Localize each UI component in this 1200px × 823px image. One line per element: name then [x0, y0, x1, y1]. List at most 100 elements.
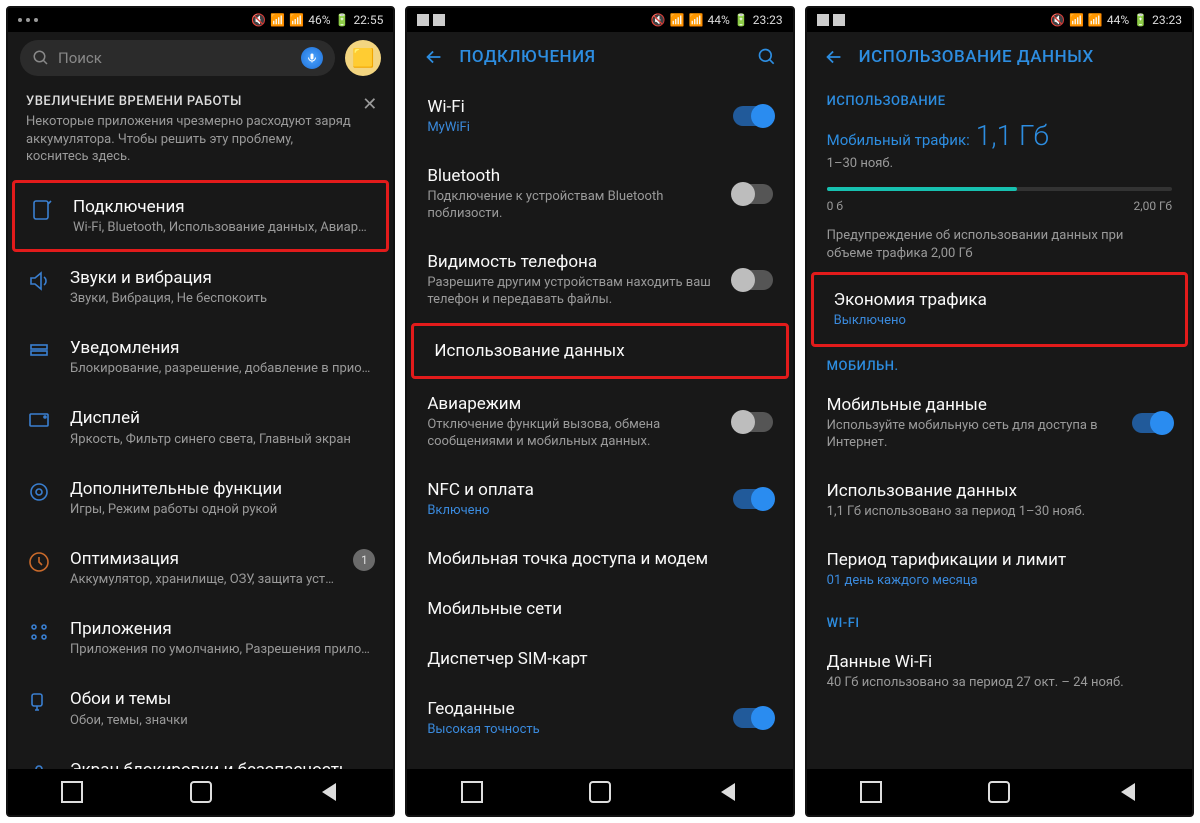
- status-icon: [817, 14, 829, 26]
- row-title: Геоданные: [427, 698, 718, 720]
- highlight-connections: Подключения Wi-Fi, Bluetooth, Использова…: [12, 180, 389, 252]
- nav-recent-button[interactable]: [853, 774, 889, 810]
- settings-row-wallpapers[interactable]: Обои и темы Обои, темы, значки: [8, 673, 393, 743]
- row-sub: MyWiFi: [427, 120, 718, 137]
- battery-icon: 🔋: [1133, 13, 1148, 27]
- row-location[interactable]: Геоданные Высокая точность: [407, 684, 792, 753]
- settings-row-lockscreen[interactable]: Экран блокировки и безопасность Always O…: [8, 744, 393, 769]
- row-title: Мобильная точка доступа и модем: [427, 548, 772, 570]
- settings-row-connections[interactable]: Подключения Wi-Fi, Bluetooth, Использова…: [15, 183, 386, 249]
- banner-close-button[interactable]: ✕: [362, 94, 377, 115]
- nav-recent-button[interactable]: [54, 774, 90, 810]
- back-arrow-icon[interactable]: [823, 46, 845, 68]
- search-input[interactable]: Поиск: [20, 40, 335, 76]
- row-title: Период тарификации и лимит: [827, 549, 1172, 571]
- row-data-usage[interactable]: Использование данных: [414, 326, 785, 376]
- row-mobile-networks[interactable]: Мобильные сети: [407, 584, 792, 634]
- settings-row-notifications[interactable]: Уведомления Блокирование, разрешение, до…: [8, 322, 393, 392]
- nav-back-button[interactable]: [1110, 774, 1146, 810]
- usage-max: 2,00 Гб: [1133, 199, 1172, 213]
- bluetooth-toggle[interactable]: [733, 184, 773, 204]
- lock-icon: [26, 760, 52, 769]
- settings-row-sounds[interactable]: Звуки и вибрация Звуки, Вибрация, Не бес…: [8, 252, 393, 322]
- battery-text: 44%: [1107, 13, 1129, 27]
- row-phone-visibility[interactable]: Видимость телефона Разрешите другим устр…: [407, 237, 792, 323]
- location-toggle[interactable]: [733, 708, 773, 728]
- nav-back-button[interactable]: [311, 774, 347, 810]
- screen-data-usage: 🔇 📶 📶 44% 🔋 23:23 ИСПОЛЬЗОВАНИЕ ДАННЫХ И…: [805, 6, 1194, 817]
- mute-icon: 🔇: [1050, 13, 1065, 27]
- status-notification-dot: [18, 18, 22, 22]
- usage-bar: [827, 187, 1172, 191]
- settings-row-advanced[interactable]: Дополнительные функции Игры, Режим работ…: [8, 463, 393, 533]
- row-hotspot[interactable]: Мобильная точка доступа и модем: [407, 534, 792, 584]
- nav-bar: [8, 769, 393, 815]
- nav-home-button[interactable]: [981, 774, 1017, 810]
- banner-text: Некоторые приложения чрезмерно расходуют…: [26, 113, 375, 166]
- status-notification-dot: [34, 18, 38, 22]
- status-bar: 🔇 📶 📶 44% 🔋 23:23: [807, 8, 1192, 32]
- display-icon: [26, 408, 52, 434]
- nav-bar: [407, 769, 792, 815]
- row-mobile-data[interactable]: Мобильные данные Используйте мобильную с…: [807, 380, 1192, 466]
- row-title: Дополнительные функции: [70, 479, 375, 500]
- row-title: Авиарежим: [427, 393, 718, 415]
- row-title: Оптимизация: [70, 549, 335, 570]
- status-bar: 🔇 📶 📶 46% 🔋 22:55: [8, 8, 393, 32]
- status-notification-dot: [26, 18, 30, 22]
- section-mobile: МОБИЛЬН.: [807, 347, 1192, 380]
- nav-home-button[interactable]: [582, 774, 618, 810]
- voice-search-button[interactable]: [301, 47, 323, 69]
- settings-row-apps[interactable]: Приложения Приложения по умолчанию, Разр…: [8, 603, 393, 673]
- profile-avatar[interactable]: 🟨: [345, 40, 381, 76]
- usage-summary[interactable]: Мобильный трафик: 1,1 Гб 1–30 нояб. 0 б …: [807, 115, 1192, 272]
- row-wifi[interactable]: Wi-Fi MyWiFi: [407, 82, 792, 151]
- battery-text: 46%: [308, 13, 330, 27]
- row-sim-manager[interactable]: Диспетчер SIM-карт: [407, 634, 792, 684]
- row-airplane[interactable]: Авиарежим Отключение функций вызова, обм…: [407, 379, 792, 465]
- row-title: Приложения: [70, 619, 375, 640]
- visibility-toggle[interactable]: [733, 270, 773, 290]
- nav-home-button[interactable]: [183, 774, 219, 810]
- nfc-toggle[interactable]: [733, 489, 773, 509]
- screen-settings-root: 🔇 📶 📶 46% 🔋 22:55 Поиск 🟨 УВЕЛИЧЕНИЕ ВРЕ…: [6, 6, 395, 817]
- wifi-toggle[interactable]: [733, 106, 773, 126]
- notifications-icon: [26, 338, 52, 364]
- mobile-data-toggle[interactable]: [1132, 413, 1172, 433]
- row-sub: Игры, Режим работы одной рукой: [70, 502, 375, 517]
- row-data-saver[interactable]: Экономия трафика Выключено: [814, 275, 1185, 344]
- row-sub: Wi-Fi, Bluetooth, Использование данных, …: [73, 220, 372, 235]
- nav-back-button[interactable]: [710, 774, 746, 810]
- row-mobile-usage[interactable]: Использование данных 1,1 Гб использовано…: [807, 466, 1192, 535]
- clock-text: 23:23: [753, 13, 783, 27]
- sounds-icon: [26, 268, 52, 294]
- row-title: Дисплей: [70, 408, 375, 429]
- row-title: Уведомления: [70, 338, 375, 359]
- battery-tip-banner[interactable]: УВЕЛИЧЕНИЕ ВРЕМЕНИ РАБОТЫ Некоторые прил…: [8, 84, 393, 180]
- row-wifi-usage[interactable]: Данные Wi-Fi 40 Гб использовано за перио…: [807, 637, 1192, 706]
- row-bluetooth[interactable]: Bluetooth Подключение к устройствам Blue…: [407, 151, 792, 237]
- row-sub: Подключение к устройствам Bluetooth побл…: [427, 189, 718, 223]
- row-billing-cycle[interactable]: Период тарификации и лимит 01 день каждо…: [807, 535, 1192, 604]
- clock-text: 22:55: [353, 13, 383, 27]
- search-icon[interactable]: [757, 47, 777, 67]
- advanced-icon: [26, 479, 52, 505]
- screen-connections: 🔇 📶 📶 44% 🔋 23:23 ПОДКЛЮЧЕНИЯ Wi-Fi MyWi…: [405, 6, 794, 817]
- connections-icon: [29, 197, 55, 223]
- highlight-data-saver: Экономия трафика Выключено: [811, 272, 1188, 347]
- row-title: Диспетчер SIM-карт: [427, 648, 772, 670]
- back-arrow-icon[interactable]: [423, 46, 445, 68]
- nav-recent-button[interactable]: [454, 774, 490, 810]
- settings-row-display[interactable]: Дисплей Яркость, Фильтр синего света, Гл…: [8, 392, 393, 462]
- status-bar: 🔇 📶 📶 44% 🔋 23:23: [407, 8, 792, 32]
- highlight-data-usage: Использование данных: [411, 323, 788, 379]
- row-nfc[interactable]: NFC и оплата Включено: [407, 465, 792, 534]
- row-title: Обои и темы: [70, 689, 375, 710]
- row-sub: Включено: [427, 503, 718, 520]
- row-title: Мобильные данные: [827, 394, 1118, 416]
- settings-row-optimization[interactable]: Оптимизация Аккумулятор, хранилище, ОЗУ,…: [8, 533, 393, 603]
- row-title: Видимость телефона: [427, 251, 718, 273]
- status-icon: [433, 14, 445, 26]
- airplane-toggle[interactable]: [733, 412, 773, 432]
- usage-value: 1,1 Гб: [976, 119, 1049, 152]
